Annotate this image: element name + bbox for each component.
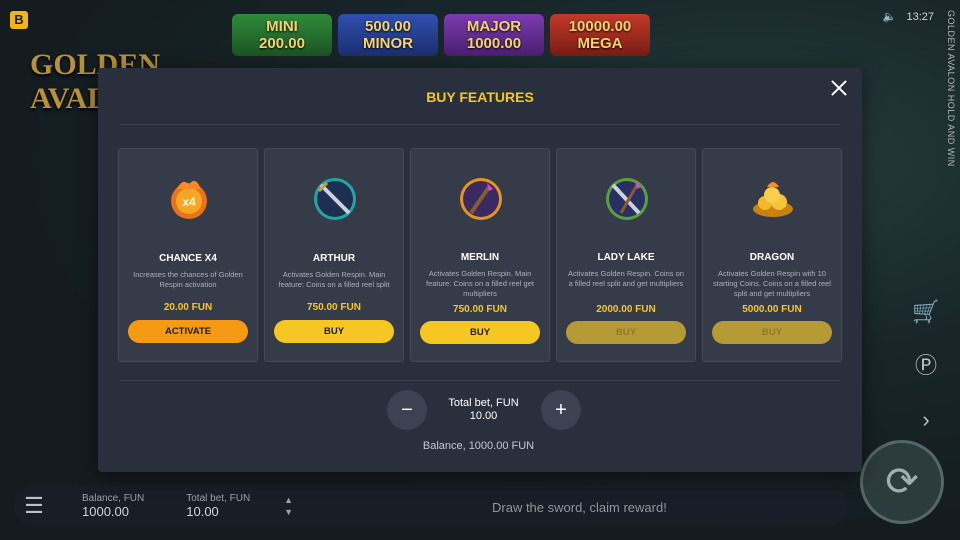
buy-features-modal: BUY FEATURES x4 CHANCE X4 Increases the …: [98, 68, 862, 472]
jackpot-mega-name: MEGA: [577, 35, 623, 52]
jackpot-mega: 10000.00 MEGA: [550, 14, 650, 56]
feature-price: 750.00 FUN: [307, 302, 361, 313]
chance-x4-icon: x4: [165, 175, 213, 223]
jackpot-major-value: 1000.00: [466, 35, 522, 52]
feature-description: Activates Golden Respin with 10 starting…: [713, 269, 831, 298]
modal-title: BUY FEATURES: [426, 89, 534, 105]
balance-value: 1000.00 FUN: [468, 440, 535, 452]
chevron-right-icon[interactable]: ›: [910, 404, 942, 436]
cart-icon[interactable]: 🛒: [910, 296, 942, 328]
decrease-bet-button[interactable]: −: [387, 390, 427, 430]
status-area: 🔈 13:27: [883, 10, 934, 24]
bottom-balance: Balance, FUN 1000.00: [82, 493, 144, 519]
brand-logo: B: [10, 11, 28, 29]
feature-card-merlin: MERLIN Activates Golden Respin. Main fea…: [410, 148, 550, 362]
lady-lake-icon: [603, 175, 651, 223]
bottom-balance-label: Balance, FUN: [82, 493, 145, 504]
feature-card-dragon: DRAGON Activates Golden Respin with 10 s…: [702, 148, 842, 362]
jackpot-mini-value: 200.00: [259, 35, 305, 52]
bottom-bar: ☰ Balance, FUN 1000.00 Total bet, FUN 10…: [14, 486, 848, 526]
feature-price: 750.00 FUN: [453, 304, 507, 315]
feature-name: LADY LAKE: [597, 252, 655, 263]
feature-card-lady-lake: LADY LAKE Activates Golden Respin. Coins…: [556, 148, 696, 362]
total-bet-stepper: − Total bet, FUN 10.00 +: [98, 390, 862, 434]
clock-time: 13:27: [906, 10, 934, 23]
feature-description: Activates Golden Respin. Main feature: C…: [426, 269, 534, 298]
jackpot-mini: MINI 200.00: [232, 14, 332, 56]
close-icon[interactable]: [830, 79, 848, 97]
total-bet-value: 10.00: [469, 410, 498, 422]
total-bet-label: Total bet, FUN: [448, 397, 519, 409]
feature-description: Increases the chances of Golden Respin a…: [133, 270, 243, 289]
jackpot-minor-name: MINOR: [363, 35, 413, 52]
divider: [120, 124, 840, 125]
feature-price: 5000.00 FUN: [742, 304, 802, 315]
side-controls: 🛒 Ⓟ ›: [910, 296, 942, 436]
arthur-sword-icon: [311, 175, 359, 223]
merlin-staff-icon: [457, 175, 505, 223]
feature-description: Activates Golden Respin. Main feature: C…: [278, 270, 390, 289]
bet-up-icon[interactable]: ▲: [284, 494, 293, 506]
total-bet-display: Total bet, FUN 10.00: [430, 397, 537, 422]
jackpot-major: MAJOR 1000.00: [444, 14, 544, 56]
buy-button-arthur[interactable]: BUY: [274, 320, 394, 343]
feature-name: CHANCE X4: [159, 253, 217, 264]
buy-button-lady-lake[interactable]: BUY: [566, 321, 686, 344]
jackpot-bar: MINI 200.00 500.00 MINOR MAJOR 1000.00 1…: [232, 14, 650, 56]
jackpot-minor-value: 500.00: [365, 18, 411, 35]
dragon-gold-icon: [749, 175, 797, 223]
spin-button[interactable]: ⟳: [860, 440, 944, 524]
bet-down-icon[interactable]: ▼: [284, 506, 293, 518]
jackpot-mega-value: 10000.00: [568, 18, 632, 35]
feature-card-arthur: ARTHUR Activates Golden Respin. Main fea…: [264, 148, 404, 362]
bottom-balance-value: 1000.00: [82, 504, 129, 519]
jackpot-major-name: MAJOR: [466, 18, 522, 35]
bottom-total-bet-label: Total bet, FUN: [186, 493, 251, 504]
bottom-total-bet-value: 10.00: [186, 504, 219, 519]
feature-price: 20.00 FUN: [163, 302, 213, 313]
jackpot-mini-name: MINI: [266, 18, 298, 35]
buy-button-dragon[interactable]: BUY: [712, 321, 832, 344]
svg-text:x4: x4: [182, 195, 196, 209]
feature-description: Activates Golden Respin. Coins on a fill…: [568, 269, 684, 288]
feature-cards: x4 CHANCE X4 Increases the chances of Go…: [118, 148, 842, 362]
feature-card-chance-x4: x4 CHANCE X4 Increases the chances of Go…: [118, 148, 258, 362]
increase-bet-button[interactable]: +: [541, 390, 581, 430]
buy-button-merlin[interactable]: BUY: [420, 321, 540, 344]
feature-name: ARTHUR: [312, 253, 356, 264]
balance-label: Balance,: [422, 440, 466, 452]
status-message: Draw the sword, claim reward!: [492, 500, 667, 515]
feature-name: DRAGON: [749, 252, 795, 263]
feature-name: MERLIN: [460, 252, 500, 263]
modal-balance: Balance, 1000.00 FUN: [98, 440, 862, 452]
feature-price: 2000.00 FUN: [596, 304, 656, 315]
menu-icon[interactable]: ☰: [14, 486, 54, 526]
speaker-icon[interactable]: 🔈: [883, 10, 897, 23]
bottom-total-bet: Total bet, FUN 10.00: [186, 493, 250, 519]
game-vertical-title: GOLDEN AVALON HOLD AND WIN: [946, 10, 956, 167]
bet-stepper: ▲ ▼: [284, 494, 293, 518]
activate-button[interactable]: ACTIVATE: [128, 320, 248, 343]
jackpot-minor: 500.00 MINOR: [338, 14, 438, 56]
autoplay-icon[interactable]: Ⓟ: [910, 350, 942, 382]
divider: [120, 380, 840, 381]
